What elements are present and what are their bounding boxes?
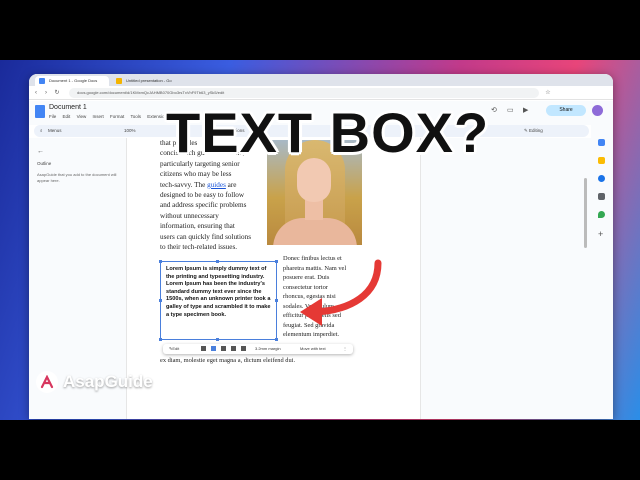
- brand-name: AsapGuide: [63, 372, 153, 391]
- asapguide-logo-icon: [36, 371, 58, 393]
- overlay-title: TEXT BOX?: [166, 101, 490, 164]
- screenshot-stage: Document 1 - Google Docs Untitled presen…: [0, 60, 640, 420]
- brand-logo: AsapGuide: [36, 371, 176, 393]
